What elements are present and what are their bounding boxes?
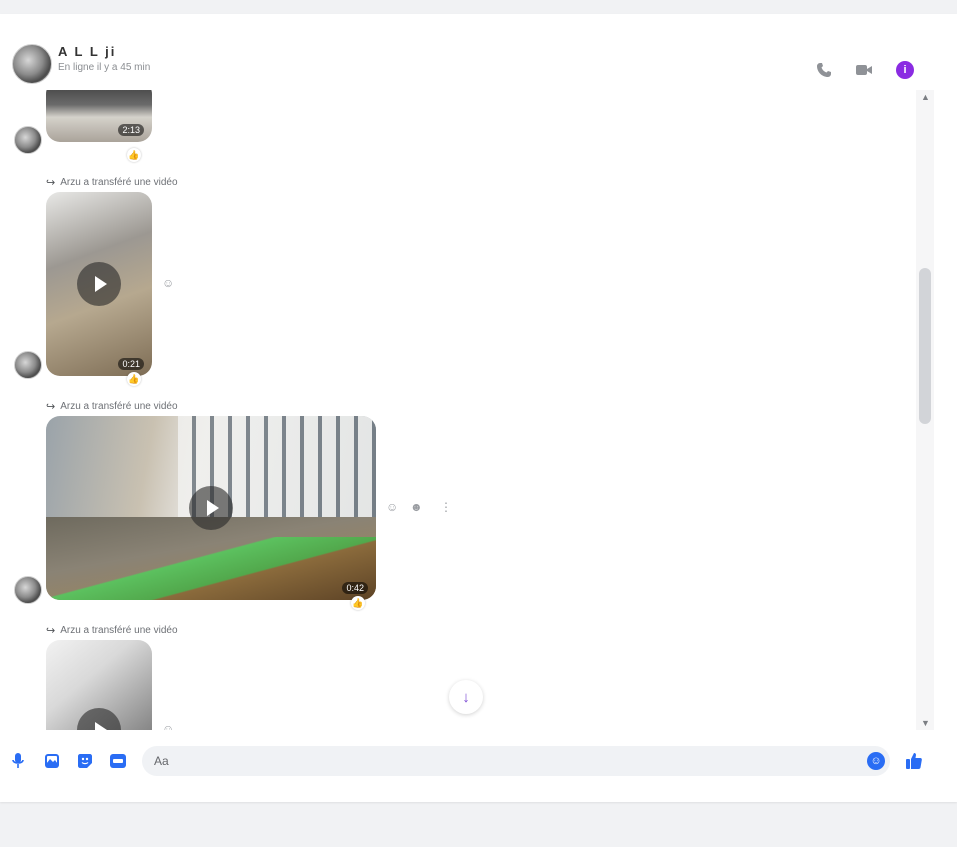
sender-avatar[interactable] xyxy=(14,576,42,604)
scroll-down-arrow-icon[interactable]: ▼ xyxy=(921,718,930,728)
gif-icon[interactable] xyxy=(107,750,129,772)
reaction-badge[interactable]: 👍 xyxy=(351,596,365,610)
thumbs-up-icon[interactable] xyxy=(903,750,925,772)
forward-label: ↪ Arzu a transféré une vidéo xyxy=(46,400,178,413)
message-scrollbar[interactable]: ▲ ▼ xyxy=(916,90,934,730)
info-glyph: i xyxy=(896,61,914,79)
jump-to-latest-button[interactable]: ↓ xyxy=(449,680,483,714)
arrow-down-icon: ↓ xyxy=(462,688,470,706)
forward-arrow-icon: ↪ xyxy=(46,401,56,413)
more-options-icon[interactable]: ⋮ xyxy=(440,500,452,514)
video-message[interactable]: 0:21 xyxy=(46,192,152,376)
phone-icon[interactable] xyxy=(812,58,836,82)
contact-status: En ligne il y a 45 min xyxy=(58,62,151,73)
forward-label-text: Arzu a transféré une vidéo xyxy=(60,177,178,188)
reaction-badge[interactable]: 👍 xyxy=(127,372,141,386)
forward-arrow-icon: ↪ xyxy=(46,625,56,637)
play-icon[interactable] xyxy=(189,486,233,530)
contact-avatar[interactable] xyxy=(12,44,52,84)
video-message[interactable]: 2:13 xyxy=(46,90,152,142)
react-icon[interactable]: ☺ xyxy=(386,500,398,514)
contact-name[interactable]: A L L ji xyxy=(58,44,116,59)
scroll-up-arrow-icon[interactable]: ▲ xyxy=(921,92,930,102)
forward-label: ↪ Arzu a transféré une vidéo xyxy=(46,624,178,637)
forward-label: ↪ Arzu a transféré une vidéo xyxy=(46,176,178,189)
sticker-icon[interactable] xyxy=(74,750,96,772)
video-duration: 0:21 xyxy=(118,358,144,370)
chat-header: A L L ji En ligne il y a 45 min i xyxy=(0,18,934,91)
video-duration: 0:42 xyxy=(342,582,368,594)
forward-label-text: Arzu a transféré une vidéo xyxy=(60,401,178,412)
play-icon[interactable] xyxy=(77,262,121,306)
message-composer: ☺ xyxy=(0,742,934,786)
message-list[interactable]: 2:13 👍 ↪ Arzu a transféré une vidéo 0:21… xyxy=(0,90,916,730)
forward-arrow-icon: ↪ xyxy=(46,177,56,189)
emoji-reaction-icon[interactable]: ☻ xyxy=(410,500,423,514)
microphone-icon[interactable] xyxy=(7,750,29,772)
reaction-hover-icon[interactable]: ☺ xyxy=(162,276,174,290)
video-duration: 2:13 xyxy=(118,124,144,136)
reaction-badge[interactable]: 👍 xyxy=(127,148,141,162)
play-icon[interactable] xyxy=(77,708,121,730)
reaction-hover-icon[interactable]: ☺ xyxy=(162,722,174,730)
scroll-thumb[interactable] xyxy=(919,268,931,424)
sender-avatar[interactable] xyxy=(14,126,42,154)
video-message[interactable]: 0:42 xyxy=(46,416,376,600)
video-message[interactable] xyxy=(46,640,152,730)
info-icon[interactable]: i xyxy=(893,58,917,82)
video-thumbnail-railing xyxy=(46,537,376,600)
video-camera-icon[interactable] xyxy=(852,58,876,82)
forward-label-text: Arzu a transféré une vidéo xyxy=(60,625,178,636)
message-input[interactable] xyxy=(142,746,890,776)
emoji-icon[interactable]: ☺ xyxy=(867,752,885,770)
image-icon[interactable] xyxy=(41,750,63,772)
sender-avatar[interactable] xyxy=(14,351,42,379)
